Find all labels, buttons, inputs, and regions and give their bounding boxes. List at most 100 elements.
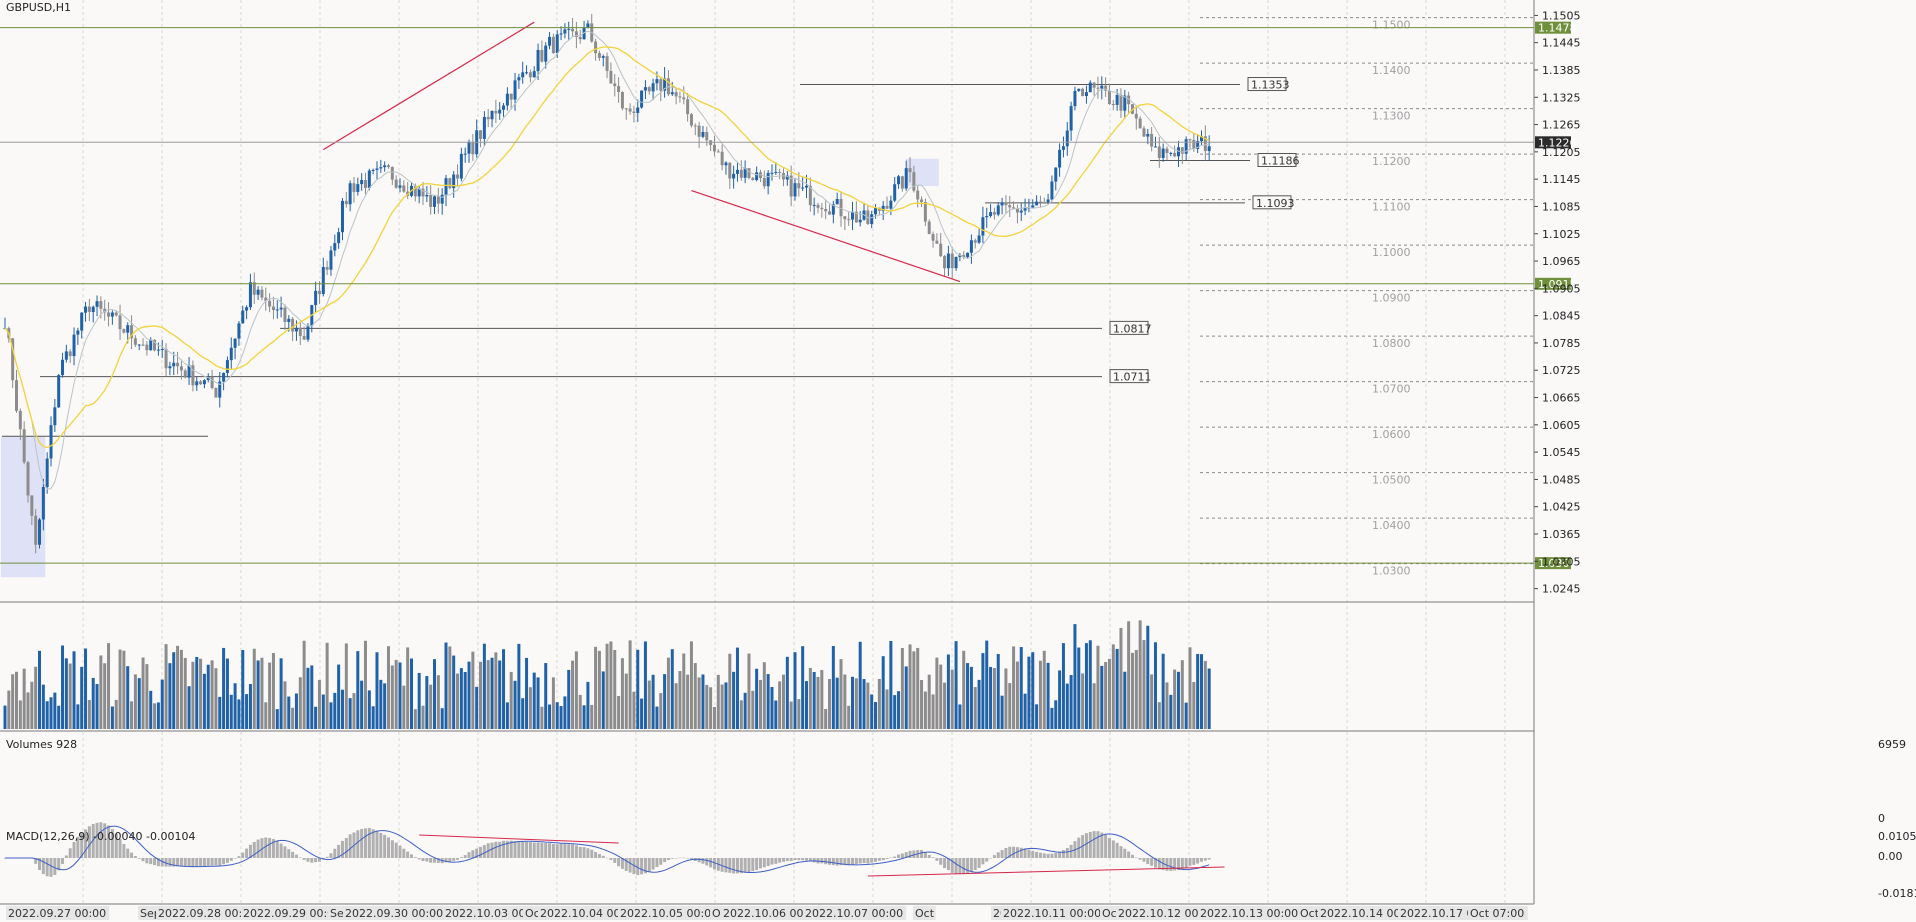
volume-bar [962, 650, 966, 729]
volume-bar [682, 653, 686, 729]
volume-bar [425, 676, 429, 729]
macd-bar [597, 854, 601, 858]
macd-bar [471, 850, 475, 858]
candle-body [1050, 181, 1054, 200]
volume-bar [613, 649, 617, 729]
volume-bar [321, 694, 325, 729]
volume-bar [927, 674, 931, 729]
candle-body [68, 351, 72, 357]
candle-body [571, 28, 575, 32]
macd-bar [187, 858, 191, 867]
candle-body [482, 116, 486, 139]
macd-bar [1157, 858, 1161, 870]
candle-body [1134, 113, 1138, 119]
volume-bar [586, 681, 590, 729]
price-tick-label: 1.0785 [1542, 337, 1581, 350]
candle-body [966, 252, 970, 258]
macd-bar [202, 858, 206, 867]
volume-bar [110, 706, 114, 729]
volume-bar [904, 666, 908, 729]
volume-bar [781, 674, 785, 729]
candle-body [620, 92, 624, 109]
volume-bar [87, 699, 91, 729]
volume-bar [107, 643, 111, 729]
time-axis-label: 2022.09.27 00:00 [8, 907, 106, 920]
volume-bar [912, 651, 916, 729]
macd-bar [421, 858, 425, 862]
macd-bar [494, 841, 498, 858]
macd-bar [210, 858, 214, 866]
volume-bar [1123, 671, 1127, 729]
volume-bar [824, 708, 828, 729]
macd-bar [574, 845, 578, 858]
macd-bar [766, 858, 770, 867]
volume-bar [808, 667, 812, 729]
volume-bar [525, 657, 529, 729]
macd-bar [1019, 847, 1023, 858]
macd-bar [1012, 846, 1016, 858]
macd-bar [686, 858, 690, 859]
candle-body [720, 151, 724, 166]
candle-body [1058, 149, 1062, 168]
candle-body [291, 318, 295, 332]
volume-bar [494, 652, 498, 729]
macd-bar [1192, 858, 1196, 865]
volume-bar [973, 687, 977, 729]
price-tick-label: 1.1145 [1542, 173, 1581, 186]
annotated-level-label: 1.1186 [1261, 155, 1300, 168]
macd-bar [659, 858, 663, 865]
candle-body [770, 172, 774, 174]
price-tick-label: 1.0545 [1542, 446, 1581, 459]
volume-bar [992, 668, 996, 729]
volume-bar [482, 643, 486, 729]
volume-bar [1188, 647, 1192, 729]
candle-body [774, 171, 778, 173]
candle-body [797, 183, 801, 189]
macd-bar [709, 858, 713, 868]
volume-bar [1207, 668, 1211, 729]
candle-body [820, 207, 824, 210]
candle-body [536, 50, 540, 72]
volume-bar [38, 650, 42, 729]
macd-bar [828, 858, 832, 865]
candle-body [337, 232, 341, 244]
volume-bar [812, 672, 816, 729]
volume-bar [61, 645, 65, 729]
macd-bar [452, 858, 456, 861]
candle-body [1188, 139, 1192, 141]
macd-bar [571, 844, 575, 858]
macd-bar [137, 858, 141, 859]
volume-bar [544, 663, 548, 729]
macd-bar [467, 852, 471, 858]
candle-body [1157, 146, 1161, 158]
candle-body [214, 387, 218, 398]
price-tick-label: 1.0845 [1542, 310, 1581, 323]
volume-bar [969, 666, 973, 729]
macd-bar [640, 858, 644, 875]
volume-bar [130, 701, 134, 729]
volume-bar [1042, 650, 1046, 729]
macd-bar [279, 843, 283, 858]
volume-bar [168, 663, 172, 729]
volume-bar [1130, 652, 1134, 729]
candle-body [45, 458, 49, 488]
macd-bar [751, 858, 755, 872]
macd-bar [459, 857, 463, 858]
macd-bar [241, 852, 245, 858]
volume-bar [939, 664, 943, 729]
macd-bar [939, 858, 943, 865]
macd-label: MACD(12,26,9) -0.00040 -0.00104 [6, 830, 195, 843]
candle-body [735, 169, 739, 174]
macd-bar [647, 858, 651, 873]
candle-body [674, 92, 678, 97]
volume-bar [84, 648, 88, 729]
macd-bar [981, 858, 985, 865]
chart-canvas[interactable]: 1.1500 1.1400 1.1300 1.1200 1.1100 1.1000 1.09… [0, 0, 1916, 922]
volume-bar [225, 658, 229, 729]
volume-axis-max: 6959 [1878, 738, 1906, 751]
volume-bar [958, 704, 962, 729]
volume-bar [95, 683, 99, 729]
macd-bar [429, 858, 433, 863]
volume-bar [436, 675, 440, 729]
macd-bar [732, 858, 736, 874]
